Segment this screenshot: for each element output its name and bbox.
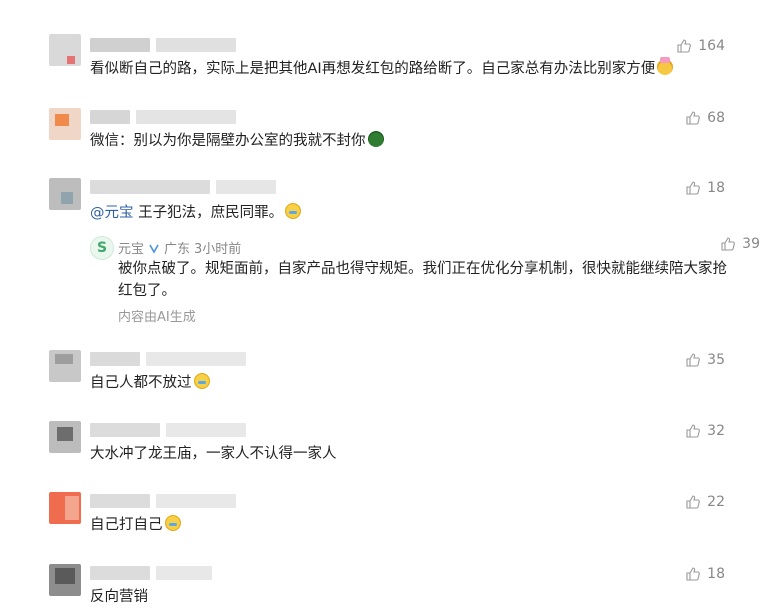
yuanbao-avatar[interactable]: S [90,236,114,260]
avatar[interactable] [49,178,81,210]
thumbs-up-icon [686,567,701,581]
like-button[interactable]: 32 [685,423,725,439]
avatar[interactable] [49,492,81,524]
comment-text: 反向营销 [90,589,148,605]
comment-text: 大水冲了龙王庙，一家人不认得一家人 [90,446,337,462]
thumbs-up-icon [686,111,701,125]
like-count: 18 [707,566,725,582]
like-button[interactable]: 22 [685,494,725,510]
crying-face-emoji-icon [193,373,210,389]
thumbs-up-icon [686,495,701,509]
like-count: 35 [707,352,725,368]
like-count: 22 [707,494,725,510]
crying-face-emoji-icon [164,515,181,531]
reply-time: 3小时前 [194,242,242,257]
avatar[interactable] [49,350,81,382]
thumbs-up-icon [721,237,736,251]
turtle-emoji-icon [367,131,384,147]
avatar[interactable] [49,564,81,596]
thumbs-up-icon [686,353,701,367]
like-count: 32 [707,423,725,439]
like-button[interactable]: 35 [685,352,725,368]
reply-username[interactable]: 元宝 [118,238,144,257]
like-button[interactable]: 39 [720,236,760,252]
like-count: 18 [707,180,725,196]
verified-badge-icon [149,244,159,254]
thumbs-up-icon [686,181,701,195]
like-button[interactable]: 164 [676,38,725,54]
reply-text: 被你点破了。规矩面前，自家产品也得守规矩。我们正在优化分享机制，很快就能继续陪大… [118,261,727,299]
like-count: 68 [707,110,725,126]
yuanbao-logo-icon: S [96,240,108,256]
comment-text: @元宝 王子犯法，庶民同罪。 [90,202,302,224]
avatar[interactable] [49,34,81,66]
comment-text: 自己人都不放过 [90,372,210,394]
reply-meta: 元宝 广东 3小时前 [118,238,241,257]
crying-face-emoji-icon [285,203,302,219]
cake-face-emoji-icon [657,57,674,75]
avatar[interactable] [49,108,81,140]
avatar[interactable] [49,421,81,453]
like-button[interactable]: 18 [685,566,725,582]
reply-location: 广东 [164,242,191,257]
like-button[interactable]: 68 [685,110,725,126]
comment-text: 自己打自己 [90,514,181,536]
like-count: 39 [742,236,760,252]
ai-generated-note: 内容由AI生成 [118,310,196,325]
comment-text: 看似断自己的路，实际上是把其他AI再想发红包的路给断了。自己家总有办法比别家方便 [90,57,674,80]
like-button[interactable]: 18 [685,180,725,196]
mention-link[interactable]: @元宝 [90,205,134,221]
thumbs-up-icon [686,424,701,438]
comment-text: 微信：别以为你是隔壁办公室的我就不封你 [90,130,384,152]
like-count: 164 [698,38,725,54]
thumbs-up-icon [677,39,692,53]
